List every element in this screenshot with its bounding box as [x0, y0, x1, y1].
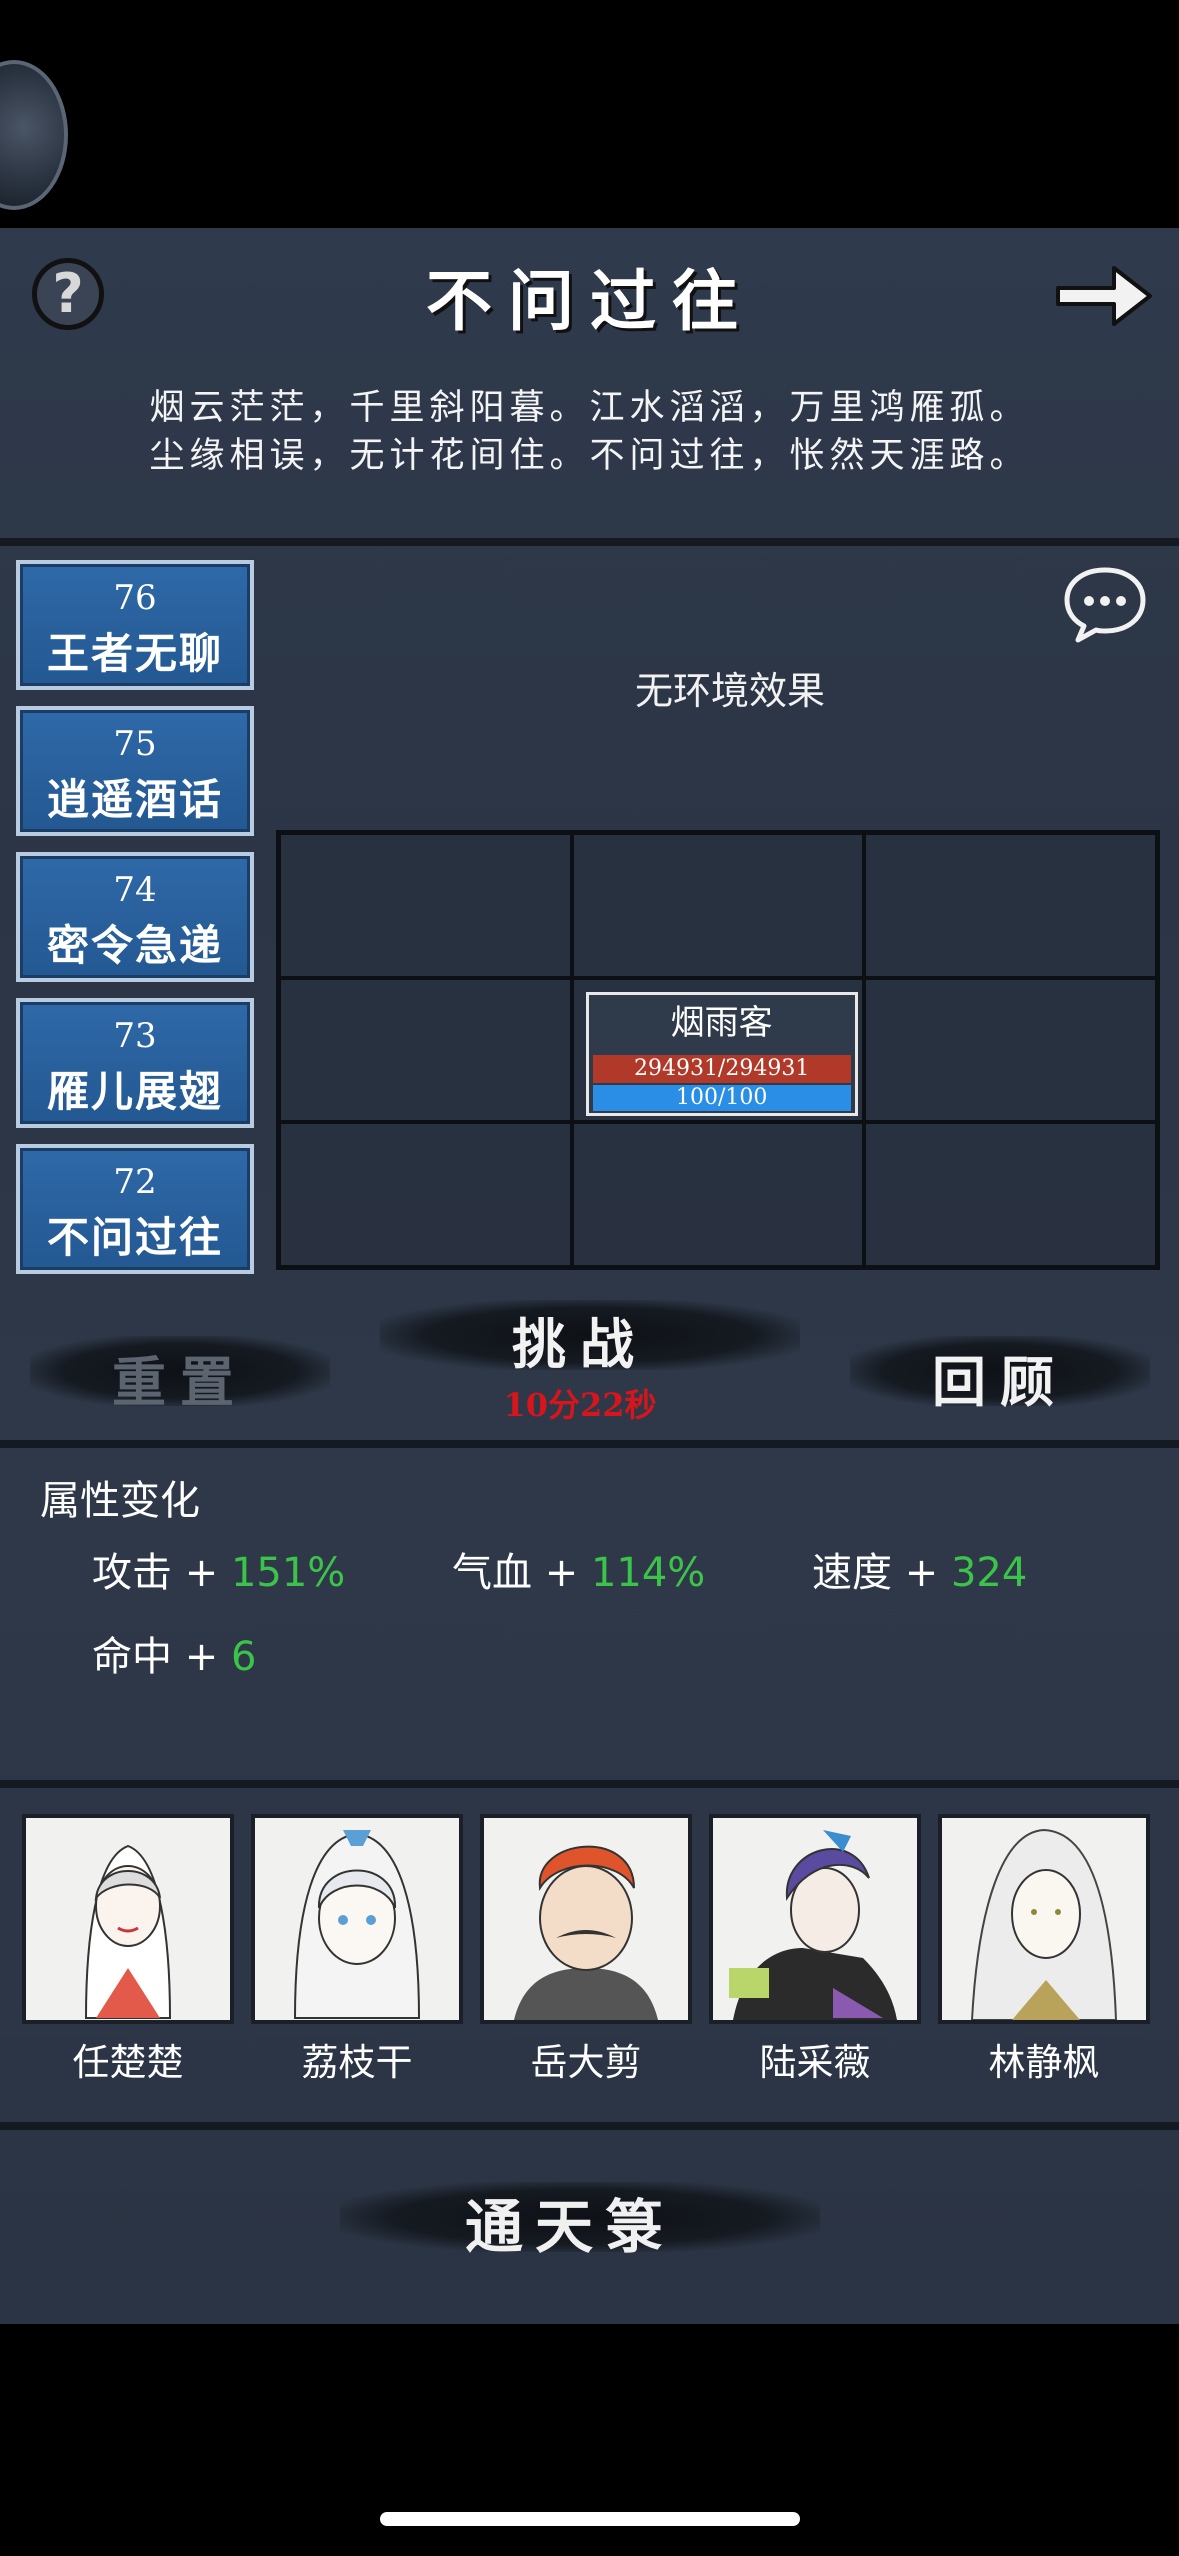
attribute-hit: 命中 + 6 [92, 1624, 256, 1682]
arrow-right-icon[interactable] [1052, 256, 1156, 336]
grid-cell[interactable] [279, 833, 572, 978]
unit-name: 烟雨客 [670, 1002, 773, 1043]
character-card[interactable]: 任楚楚 [22, 1814, 234, 2086]
attribute-plus: + [184, 1550, 219, 1596]
grid-cell[interactable] [864, 977, 1157, 1123]
attribute-attack: 攻击 + 151% [92, 1540, 345, 1598]
attribute-speed: 速度 + 324 [812, 1540, 1027, 1598]
help-button[interactable]: ? [32, 258, 104, 330]
attribute-title: 属性变化 [40, 1478, 200, 1524]
grid-cell[interactable] [279, 1122, 572, 1267]
attribute-value: 6 [230, 1634, 257, 1680]
divider [0, 2122, 1179, 2130]
level-name: 密令急递 [46, 921, 223, 970]
hp-bar: 294931/294931 [592, 1054, 851, 1083]
character-card[interactable]: 荔枝干 [251, 1814, 463, 2086]
attribute-plus: + [904, 1550, 939, 1596]
poem-line-2: 尘缘相误，无计花间住。不问过往，怅然天涯路。 [149, 436, 1030, 476]
grid-cell[interactable] [864, 833, 1157, 978]
grid-cell[interactable] [864, 1122, 1157, 1267]
divider [0, 1780, 1179, 1788]
challenge-timer: 10分22秒 [503, 1386, 657, 1424]
level-name: 不问过往 [46, 1213, 223, 1262]
challenge-button[interactable]: 挑战 [480, 1300, 680, 1379]
divider [0, 1440, 1179, 1448]
character-name: 任楚楚 [72, 2041, 184, 2084]
enemy-unit-card[interactable]: 烟雨客 294931/294931 100/100 [585, 991, 858, 1116]
formation-grid: 烟雨客 294931/294931 100/100 [276, 830, 1160, 1270]
attribute-hp: 气血 + 114% [452, 1540, 705, 1598]
character-name: 林静枫 [988, 2041, 1100, 2084]
level-list: 76 王者无聊 75 逍遥酒话 74 密令急递 73 雁儿展翅 72 不问过往 [16, 560, 254, 1290]
home-indicator[interactable] [380, 2512, 800, 2526]
grid-cell[interactable] [279, 977, 572, 1123]
character-portrait [22, 1814, 234, 2024]
attribute-plus: + [184, 1634, 219, 1680]
status-bar-area [0, 0, 1179, 228]
character-name: 陆采薇 [759, 2041, 871, 2084]
level-number: 74 [113, 870, 157, 910]
attribute-label: 速度 [812, 1550, 892, 1596]
attribute-value: 324 [950, 1550, 1028, 1596]
grid-cell[interactable] [571, 833, 865, 978]
character-card[interactable]: 陆采薇 [709, 1814, 921, 2086]
character-list: 任楚楚 荔枝干 岳大剪 陆采薇 林静枫 [22, 1814, 1162, 2084]
character-name: 荔枝干 [301, 2041, 413, 2084]
level-name: 逍遥酒话 [46, 775, 223, 824]
character-portrait [709, 1814, 921, 2024]
menu-orb-icon[interactable] [0, 60, 68, 210]
level-item-74[interactable]: 74 密令急递 [16, 852, 254, 982]
tongtian-button[interactable]: 通天箓 [420, 2180, 720, 2264]
review-button[interactable]: 回顾 [900, 1338, 1100, 1417]
level-number: 76 [113, 578, 157, 618]
attribute-value: 114% [590, 1550, 706, 1596]
level-name: 雁儿展翅 [46, 1067, 223, 1116]
character-card[interactable]: 林静枫 [938, 1814, 1150, 2086]
character-name: 岳大剪 [530, 2041, 642, 2084]
level-item-76[interactable]: 76 王者无聊 [16, 560, 254, 690]
speech-bubble-icon[interactable] [1062, 564, 1148, 644]
attribute-value: 151% [230, 1550, 346, 1596]
environment-effect: 无环境效果 [634, 669, 825, 713]
character-portrait [938, 1814, 1150, 2024]
character-portrait [251, 1814, 463, 2024]
level-number: 75 [113, 724, 157, 764]
attribute-label: 气血 [452, 1550, 532, 1596]
character-card[interactable]: 岳大剪 [480, 1814, 692, 2086]
mp-bar: 100/100 [592, 1084, 851, 1111]
level-name: 王者无聊 [46, 629, 223, 678]
divider [0, 538, 1179, 546]
level-number: 72 [113, 1162, 157, 1202]
attribute-label: 命中 [92, 1634, 172, 1680]
stage-poem: 烟云茫茫，千里斜阳暮。江水滔滔，万里鸿雁孤。 尘缘相误，无计花间住。不问过往，怅… [0, 384, 1179, 480]
level-number: 73 [113, 1016, 157, 1056]
reset-button[interactable]: 重置 [80, 1338, 280, 1417]
attribute-label: 攻击 [92, 1550, 172, 1596]
poem-line-1: 烟云茫茫，千里斜阳暮。江水滔滔，万里鸿雁孤。 [149, 388, 1030, 428]
level-item-75[interactable]: 75 逍遥酒话 [16, 706, 254, 836]
character-portrait [480, 1814, 692, 2024]
attribute-plus: + [544, 1550, 579, 1596]
grid-cell[interactable] [571, 1122, 865, 1267]
level-item-72[interactable]: 72 不问过往 [16, 1144, 254, 1274]
grid-cell-center[interactable]: 烟雨客 294931/294931 100/100 [571, 977, 865, 1123]
page-title: 不问过往 [426, 262, 754, 340]
level-item-73[interactable]: 73 雁儿展翅 [16, 998, 254, 1128]
